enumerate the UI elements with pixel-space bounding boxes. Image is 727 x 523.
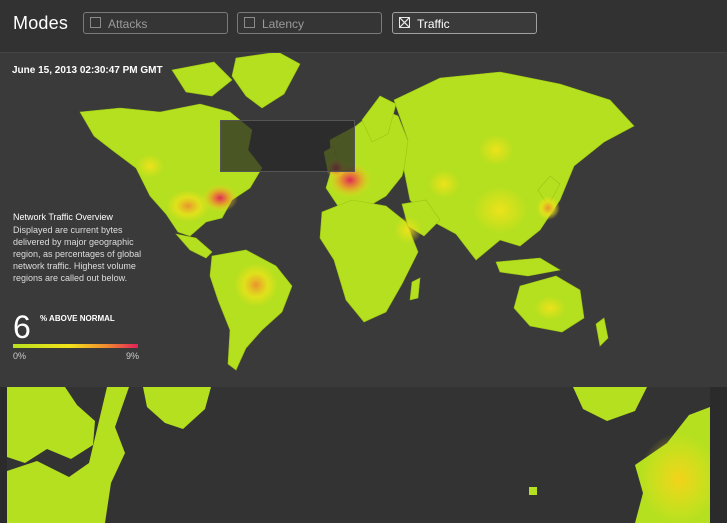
modes-title: Modes <box>13 13 69 33</box>
central-america <box>175 233 213 259</box>
zoomed-hotspot <box>639 433 710 523</box>
legend-title: Network Traffic Overview <box>13 212 113 222</box>
mode-traffic-button[interactable]: Traffic <box>392 12 537 34</box>
arctic-islands <box>171 61 233 97</box>
new-zealand <box>595 317 609 347</box>
zoomed-map-view[interactable] <box>7 387 710 523</box>
latency-label: Latency <box>262 17 305 31</box>
map-timestamp: June 15, 2013 02:30:47 PM GMT <box>12 65 163 76</box>
traffic-label: Traffic <box>417 17 450 31</box>
zoomed-map[interactable] <box>7 387 710 523</box>
latency-checkbox[interactable] <box>244 17 255 28</box>
legend-panel: Network Traffic Overview Displayed are c… <box>13 211 153 284</box>
attacks-checkbox[interactable] <box>90 17 101 28</box>
traffic-checkbox[interactable] <box>399 17 410 28</box>
attacks-label: Attacks <box>108 17 148 31</box>
legend-description: Displayed are current bytes delivered by… <box>13 225 142 283</box>
greenland <box>231 53 301 109</box>
zoomed-landmasses <box>7 387 710 523</box>
indonesia <box>495 257 561 277</box>
scale-min-label: 0% <box>13 351 27 361</box>
above-normal-value: 6 <box>13 309 31 345</box>
checkmark-x-icon <box>400 18 409 27</box>
mode-latency-button[interactable]: Latency <box>237 12 382 34</box>
scale-max-label: 9% <box>126 351 140 361</box>
top-bar: Modes Attacks Latency Traffic <box>0 0 727 53</box>
asia <box>393 71 635 261</box>
region-overlay-box <box>220 120 355 172</box>
traffic-scale-bar <box>13 344 138 348</box>
above-normal-label: % ABOVE NORMAL <box>40 314 115 323</box>
madagascar <box>409 277 421 301</box>
mode-attacks-button[interactable]: Attacks <box>83 12 228 34</box>
